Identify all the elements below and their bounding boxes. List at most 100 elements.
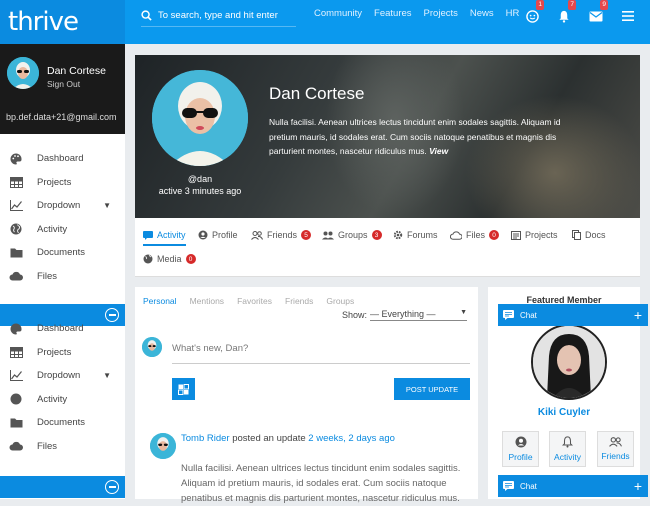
sidebar-user-email: bp.def.data+21@gmail.com	[6, 112, 117, 122]
featured-friends-button[interactable]: Friends	[597, 431, 634, 467]
chat-label: Chat	[520, 310, 537, 320]
post-update-button[interactable]: POST UPDATE	[394, 378, 470, 400]
sidebar-item-dropdown[interactable]: Dropdown ▼	[0, 364, 125, 388]
nav-news[interactable]: News	[470, 8, 494, 19]
show-filter: Show: — Everything — ▼	[342, 309, 468, 321]
avatar[interactable]	[7, 57, 39, 89]
featured-activity-button[interactable]: Activity	[549, 431, 586, 467]
show-label: Show:	[342, 310, 368, 320]
search-input[interactable]: To search, type and hit enter	[141, 5, 296, 27]
chat-bar[interactable]: Chat +	[498, 304, 648, 326]
sidebar-user-name[interactable]: Dan Cortese	[47, 65, 106, 77]
nav-hr[interactable]: HR	[506, 8, 520, 19]
activity-user-link[interactable]: Tomb Rider	[181, 433, 230, 444]
notification-badge: 7	[568, 0, 576, 10]
nav-features[interactable]: Features	[374, 8, 412, 19]
tab-docs[interactable]: Docs	[572, 230, 606, 240]
tab-profile[interactable]: Profile	[198, 230, 238, 240]
tab-label: Profile	[212, 230, 238, 240]
caret-down-icon[interactable]: ▼	[103, 201, 111, 210]
chat-label: Chat	[520, 481, 537, 491]
notification-badge: 9	[600, 0, 608, 10]
activity-action: posted an update	[232, 433, 306, 444]
chat-icon	[503, 481, 514, 491]
gear-icon	[393, 230, 403, 240]
subtab-friends[interactable]: Friends	[285, 296, 313, 306]
show-select[interactable]: — Everything — ▼	[370, 309, 468, 321]
plus-icon[interactable]: +	[634, 308, 642, 322]
activity-header: Tomb Rider posted an update 2 weeks, 2 d…	[181, 433, 395, 444]
plus-icon[interactable]: +	[634, 479, 642, 493]
subtab-personal[interactable]: Personal	[143, 296, 177, 306]
featured-profile-button[interactable]: Profile	[502, 431, 539, 467]
folder-icon	[8, 247, 24, 259]
sidebar-item-label: Activity	[37, 393, 68, 405]
collapse-minus-icon[interactable]	[105, 480, 119, 494]
tab-activity[interactable]: Activity	[143, 230, 186, 246]
groups-icon	[322, 231, 334, 239]
logo[interactable]: thrive	[0, 0, 125, 44]
media-icon	[178, 383, 189, 395]
smiley-icon[interactable]: 1	[524, 0, 544, 24]
count-badge: 5	[301, 230, 312, 240]
sidebar-item-dropdown[interactable]: Dropdown ▼	[0, 194, 125, 218]
sidebar-item-projects[interactable]: Projects	[0, 171, 125, 195]
attach-media-button[interactable]	[172, 378, 195, 400]
subtab-mentions[interactable]: Mentions	[190, 296, 225, 306]
main-nav: Community Features Projects News HR	[314, 8, 519, 19]
sidebar: Dan Cortese Sign Out bp.def.data+21@gmai…	[0, 44, 125, 499]
sidebar-item-projects[interactable]: Projects	[0, 341, 125, 365]
copy-icon	[572, 230, 581, 240]
view-link[interactable]: View	[429, 146, 448, 156]
sidebar-item-dashboard[interactable]: Dashboard	[0, 147, 125, 171]
featured-button-label: Friends	[601, 451, 630, 461]
sidebar-item-label: Activity	[37, 223, 68, 235]
sidebar-item-documents[interactable]: Documents	[0, 411, 125, 435]
feed-subtabs: Personal Mentions Favorites Friends Grou…	[143, 296, 354, 306]
tab-friends[interactable]: Friends 5	[251, 230, 312, 240]
nav-community[interactable]: Community	[314, 8, 362, 19]
cloud-icon	[8, 440, 24, 452]
avatar[interactable]	[150, 433, 176, 459]
avatar[interactable]	[142, 337, 162, 357]
mail-icon[interactable]: 9	[588, 0, 608, 24]
sidebar-item-documents[interactable]: Documents	[0, 241, 125, 265]
activity-time-link[interactable]: 2 weeks, 2 days ago	[308, 433, 395, 444]
profile-bio: Nulla facilisi. Aenean ultrices lectus t…	[269, 115, 589, 159]
friends-icon	[251, 230, 263, 240]
tab-groups[interactable]: Groups 3	[322, 230, 382, 240]
hamburger-menu-icon[interactable]	[620, 8, 636, 24]
caret-down-icon[interactable]: ▼	[103, 371, 111, 380]
profile-cover: @dan active 3 minutes ago Dan Cortese Nu…	[135, 55, 640, 218]
tab-projects[interactable]: Projects	[511, 230, 558, 240]
sidebar-collapse-bar[interactable]	[0, 476, 125, 498]
top-bar: thrive To search, type and hit enter Com…	[0, 0, 650, 44]
featured-member-avatar[interactable]	[531, 324, 607, 400]
sign-out-link[interactable]: Sign Out	[47, 79, 80, 89]
sidebar-item-activity[interactable]: Activity	[0, 388, 125, 412]
sidebar-item-label: Files	[37, 270, 58, 282]
sidebar-item-files[interactable]: Files	[0, 435, 125, 459]
whats-new-input[interactable]: What's new, Dan?	[172, 343, 470, 364]
tab-files[interactable]: Files 0	[450, 230, 500, 240]
chat-bar[interactable]: Chat +	[498, 475, 648, 497]
show-select-value: — Everything —	[370, 309, 436, 319]
tab-label: Friends	[267, 230, 298, 240]
sidebar-item-label: Files	[37, 440, 58, 452]
user-circle-icon	[515, 436, 526, 448]
bell-icon[interactable]: 7	[556, 0, 576, 24]
tab-forums[interactable]: Forums	[393, 230, 438, 240]
featured-member-name[interactable]: Kiki Cuyler	[488, 407, 640, 418]
subtab-groups[interactable]: Groups	[326, 296, 354, 306]
subtab-favorites[interactable]: Favorites	[237, 296, 272, 306]
search-placeholder: To search, type and hit enter	[158, 10, 278, 21]
profile-tabs: Activity Profile Friends 5 Groups 3 Forums…	[135, 218, 640, 277]
tab-media[interactable]: Media 0	[143, 254, 196, 264]
sidebar-item-files[interactable]: Files	[0, 265, 125, 289]
nav-projects[interactable]: Projects	[424, 8, 458, 19]
sidebar-item-activity[interactable]: Activity	[0, 218, 125, 242]
sidebar-item-dashboard[interactable]: Dashboard	[0, 317, 125, 341]
bell-icon	[562, 436, 573, 448]
profile-avatar[interactable]	[152, 70, 248, 166]
cloud-outline-icon	[450, 230, 462, 240]
